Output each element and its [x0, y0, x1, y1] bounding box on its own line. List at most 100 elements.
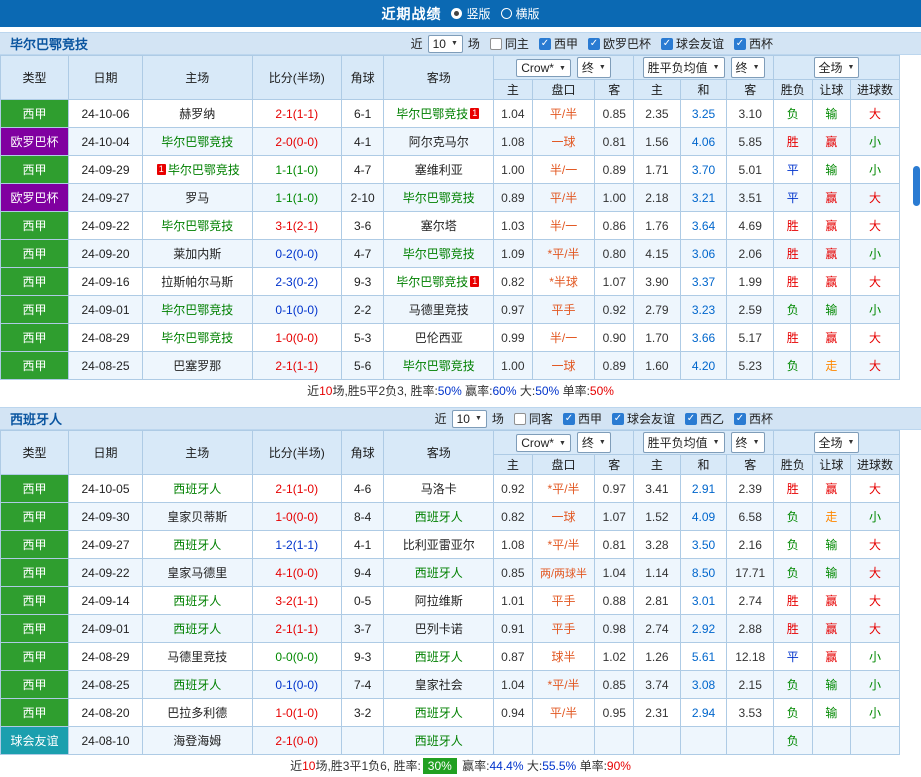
filter-bar: 近 10 ▼ 场同主 ✓ 西甲 ✓ 欧罗巴杯 ✓ 球会友谊 ✓ 西杯 [411, 34, 773, 53]
score-cell[interactable]: 1-2(1-1) [251, 530, 342, 559]
score-cell[interactable]: 1-0(0-0) [251, 502, 342, 531]
odds-stage-select[interactable]: 终 ▼ [576, 432, 611, 453]
team-link[interactable]: 毕尔巴鄂竞技 [168, 163, 240, 177]
filter-checkbox[interactable]: ✓ 球会友谊 [660, 35, 724, 52]
away-win-odds: 1.99 [726, 267, 775, 296]
score-cell[interactable]: 1-0(0-0) [251, 323, 342, 352]
filter-checkbox[interactable]: ✓ 西乙 [684, 410, 724, 427]
team-link[interactable]: 罗马 [185, 191, 209, 205]
europe-stage-select[interactable]: 终 ▼ [730, 432, 765, 453]
team-link[interactable]: 毕尔巴鄂竞技 [161, 219, 233, 233]
filter-checkbox[interactable]: ✓ 西杯 [733, 35, 773, 52]
team-link[interactable]: 巴拉多利德 [167, 706, 227, 720]
away-win-odds [726, 726, 775, 755]
team-link[interactable]: 西班牙人 [415, 734, 463, 748]
scope-select[interactable]: 全场 ▼ [813, 432, 860, 453]
score-cell[interactable]: 0-1(0-0) [251, 670, 342, 699]
team-link[interactable]: 海登海姆 [173, 734, 221, 748]
scrollbar-thumb[interactable] [913, 166, 920, 206]
team-link[interactable]: 毕尔巴鄂竞技 [161, 331, 233, 345]
team-link[interactable]: 西班牙人 [415, 650, 463, 664]
score-cell[interactable]: 3-1(2-1) [251, 211, 342, 240]
score-cell[interactable]: 2-1(1-0) [251, 474, 342, 503]
odds-company-select[interactable]: Crow* ▼ [516, 59, 571, 77]
team-link[interactable]: 莱加内斯 [173, 247, 221, 261]
team-link[interactable]: 阿拉维斯 [415, 594, 463, 608]
match-row: 西甲 24-09-27 西班牙人 1-2(1-1) 4-1 比利亚雷亚尔 1.08 *平/半 0… [0, 530, 900, 559]
filter-checkbox[interactable]: ✓ 欧罗巴杯 [587, 35, 651, 52]
score-cell[interactable]: 2-1(0-0) [251, 726, 342, 755]
team-link[interactable]: 毕尔巴鄂竞技 [161, 135, 233, 149]
radio-horizontal[interactable]: 横版 [500, 5, 540, 22]
score-cell[interactable]: 2-1(1-1) [251, 99, 342, 128]
filter-checkbox[interactable]: 同客 [513, 410, 553, 427]
filter-checkbox[interactable]: ✓ 球会友谊 [611, 410, 675, 427]
team-link[interactable]: 西班牙人 [173, 678, 221, 692]
filter-checkbox[interactable]: ✓ 西杯 [733, 410, 773, 427]
score-cell[interactable]: 2-0(0-0) [251, 127, 342, 156]
europe-odds-select[interactable]: 胜平负均值 ▼ [642, 57, 725, 78]
score-cell[interactable]: 3-2(1-1) [251, 586, 342, 615]
team-link[interactable]: 毕尔巴鄂竞技 [403, 247, 475, 261]
home-win-odds: 1.52 [633, 502, 681, 531]
team-link[interactable]: 皇家贝蒂斯 [167, 510, 227, 524]
chevron-down-icon: ▼ [712, 439, 720, 446]
filter-checkbox[interactable]: 同主 [489, 35, 529, 52]
score-cell[interactable]: 0-2(0-0) [251, 239, 342, 268]
team-link[interactable]: 塞尔塔 [421, 219, 457, 233]
match-count-select[interactable]: 10 ▼ [451, 409, 487, 428]
score-cell[interactable]: 1-1(1-0) [251, 155, 342, 184]
team-link[interactable]: 皇家马德里 [167, 566, 227, 580]
checkbox-checked-icon: ✓ [733, 37, 746, 50]
score-cell[interactable]: 2-3(0-2) [251, 267, 342, 296]
score-cell[interactable]: 0-0(0-0) [251, 642, 342, 671]
team-link[interactable]: 马洛卡 [421, 482, 457, 496]
team-link[interactable]: 马德里竞技 [167, 650, 227, 664]
team-link[interactable]: 比利亚雷亚尔 [403, 538, 475, 552]
radio-vertical[interactable]: 竖版 [451, 5, 491, 22]
team-link[interactable]: 巴伦西亚 [415, 331, 463, 345]
team-link[interactable]: 西班牙人 [415, 510, 463, 524]
team-link[interactable]: 毕尔巴鄂竞技 [396, 107, 468, 121]
draw-odds: 3.25 [679, 99, 728, 128]
score-cell[interactable]: 2-1(1-1) [251, 351, 342, 380]
corner-cell: 4-1 [340, 127, 385, 156]
team-link[interactable]: 西班牙人 [173, 622, 221, 636]
team-link[interactable]: 拉斯帕尔马斯 [161, 275, 233, 289]
team-link[interactable]: 毕尔巴鄂竞技 [403, 359, 475, 373]
team-link[interactable]: 巴塞罗那 [173, 359, 221, 373]
team-link[interactable]: 赫罗纳 [179, 107, 215, 121]
team-cell: 毕尔巴鄂竞技 [383, 183, 495, 212]
score-cell[interactable]: 1-1(1-0) [251, 183, 342, 212]
match-count-select[interactable]: 10 ▼ [427, 34, 463, 53]
team-link[interactable]: 毕尔巴鄂竞技 [403, 191, 475, 205]
odds-company-select[interactable]: Crow* ▼ [516, 434, 571, 452]
odds-stage-select[interactable]: 终 ▼ [576, 57, 611, 78]
score-cell[interactable]: 4-1(0-0) [251, 558, 342, 587]
europe-stage-select[interactable]: 终 ▼ [730, 57, 765, 78]
team-link[interactable]: 西班牙人 [415, 566, 463, 580]
score-cell[interactable]: 2-1(1-1) [251, 614, 342, 643]
team-link[interactable]: 皇家社会 [415, 678, 463, 692]
team-link[interactable]: 毕尔巴鄂竞技 [161, 303, 233, 317]
checkbox-label: 同主 [504, 37, 529, 51]
team-link[interactable]: 马德里竞技 [409, 303, 469, 317]
team-link[interactable]: 西班牙人 [173, 538, 221, 552]
team-link[interactable]: 阿尔克马尔 [409, 135, 469, 149]
score-cell[interactable]: 1-0(1-0) [251, 698, 342, 727]
team-link[interactable]: 塞维利亚 [415, 163, 463, 177]
team-link[interactable]: 西班牙人 [173, 482, 221, 496]
team-cell: 西班牙人 [383, 698, 495, 727]
team-link[interactable]: 巴列卡诺 [415, 622, 463, 636]
filter-checkbox[interactable]: ✓ 西甲 [562, 410, 602, 427]
team-link[interactable]: 西班牙人 [173, 594, 221, 608]
score-cell[interactable]: 0-1(0-0) [251, 295, 342, 324]
col-header: 类型 [0, 55, 69, 100]
filter-checkbox[interactable]: ✓ 西甲 [538, 35, 578, 52]
team-link[interactable]: 西班牙人 [415, 706, 463, 720]
result-wdl: 负 [773, 351, 813, 380]
team-link[interactable]: 毕尔巴鄂竞技 [396, 275, 468, 289]
europe-odds-select[interactable]: 胜平负均值 ▼ [642, 432, 725, 453]
league-cell: 西甲 [0, 558, 69, 587]
scope-select[interactable]: 全场 ▼ [813, 57, 860, 78]
